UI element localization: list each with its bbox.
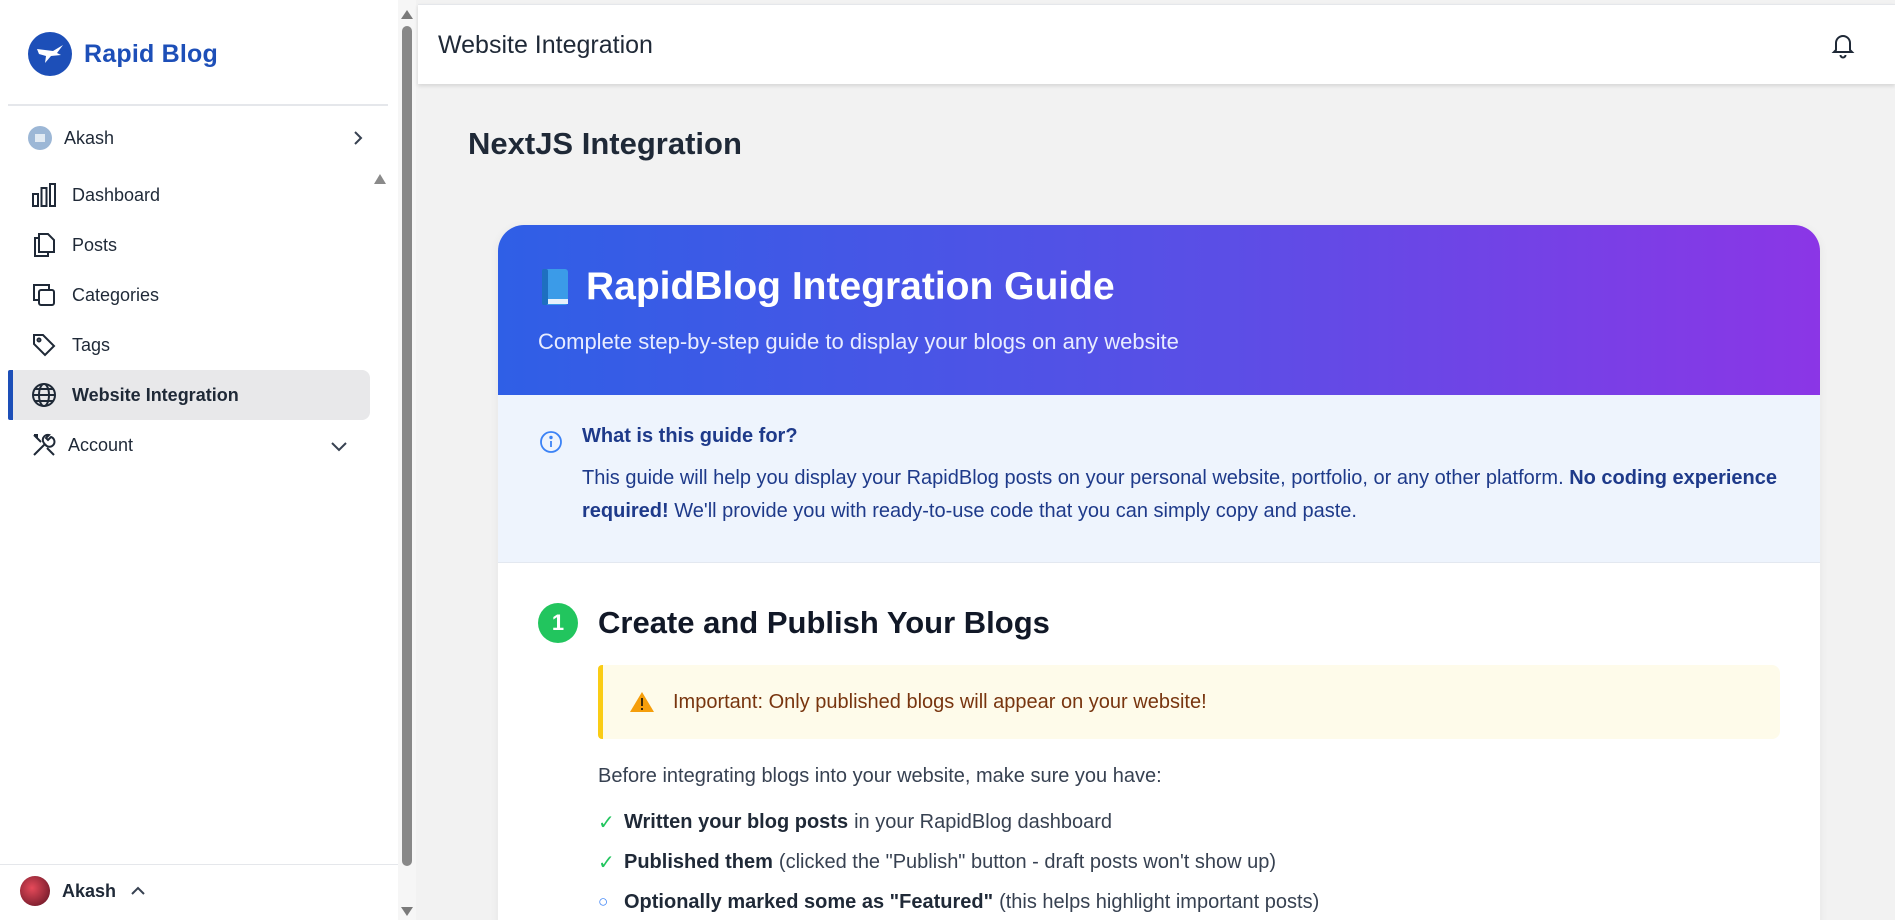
sidebar-item-label: Categories [72, 284, 160, 305]
guide-subtitle: Complete step-by-step guide to display y… [538, 329, 1179, 354]
list-item-text: (this helps highlight important posts) [999, 890, 1320, 913]
documents-icon [30, 231, 58, 259]
step-title: Create and Publish Your Blogs [598, 605, 1050, 640]
guide-hero: RapidBlog Integration Guide Complete ste… [498, 225, 1820, 395]
divider [8, 104, 388, 106]
nav-scroll-up-arrow[interactable] [374, 174, 386, 184]
checklist: ✓ Written your blog posts in your RapidBlo… [598, 802, 1780, 920]
step-number-badge: 1 [538, 603, 578, 643]
list-item-bold: Published them [624, 850, 773, 873]
sidebar-item-tags[interactable]: Tags [8, 320, 370, 370]
checkmark-icon: ✓ [598, 811, 615, 834]
step-body: Important: Only published blogs will app… [598, 665, 1780, 920]
list-item-text: (clicked the "Publish" button - draft po… [778, 850, 1277, 873]
sidebar-item-label: Website Integration [72, 384, 239, 405]
list-item-text: in your RapidBlog dashboard [854, 810, 1113, 833]
sidebar: Rapid Blog Akash Dashboard Posts Categor… [0, 0, 398, 920]
list-item-bold: Written your blog posts [624, 810, 849, 833]
sidebar-item-label: Account [68, 434, 134, 455]
org-switcher[interactable]: Akash [28, 124, 368, 152]
sidebar-item-label: Dashboard [72, 184, 161, 205]
warning-icon [630, 692, 654, 712]
sidebar-item-label: Posts [72, 234, 118, 255]
warning-callout: Important: Only published blogs will app… [598, 665, 1780, 739]
avatar [20, 876, 50, 906]
user-name: Akash [62, 880, 117, 901]
scrollbar-thumb[interactable] [402, 26, 412, 866]
sidebar-item-categories[interactable]: Categories [8, 270, 370, 320]
org-avatar [28, 126, 52, 150]
sidebar-item-posts[interactable]: Posts [8, 220, 370, 270]
tools-icon [30, 431, 58, 459]
tag-icon [30, 331, 58, 359]
list-item: ✓ Published them (clicked the "Publish" bu… [598, 842, 1780, 882]
warning-text: Important: Only published blogs will app… [673, 690, 1207, 713]
brand-logo[interactable]: Rapid Blog [28, 32, 218, 76]
globe-icon [30, 381, 58, 409]
step-header: 1 Create and Publish Your Blogs [538, 603, 1780, 643]
sidebar-item-dashboard[interactable]: Dashboard [8, 170, 370, 220]
brand-name: Rapid Blog [84, 39, 218, 68]
integration-guide-card: RapidBlog Integration Guide Complete ste… [498, 225, 1820, 920]
user-menu[interactable]: Akash [20, 876, 148, 906]
info-title: What is this guide for? [582, 425, 798, 447]
step-intro: Before integrating blogs into your websi… [598, 765, 1162, 787]
bar-chart-icon [30, 181, 58, 209]
list-item: ○ Optionally marked some as "Featured" (th… [598, 882, 1780, 920]
chevron-down-icon [331, 442, 347, 452]
chevron-right-icon [354, 131, 363, 145]
info-text-part: We'll provide you with ready-to-use code… [668, 500, 1357, 522]
circle-icon: ○ [598, 892, 609, 911]
guide-title-row: RapidBlog Integration Guide [538, 265, 1780, 309]
list-item: ✓ Written your blog posts in your RapidBlo… [598, 802, 1780, 842]
bird-logo-icon [28, 32, 72, 76]
info-icon [540, 431, 562, 453]
sidebar-item-website-integration[interactable]: Website Integration [8, 370, 370, 420]
page-title: NextJS Integration [468, 126, 742, 161]
scroll-down-arrow[interactable] [401, 907, 413, 916]
chevron-up-icon [131, 886, 145, 895]
header-title: Website Integration [438, 31, 653, 59]
info-text-part: This guide will help you display your Ra… [582, 467, 1570, 489]
info-text: This guide will help you display your Ra… [582, 462, 1780, 528]
scroll-up-arrow[interactable] [401, 10, 413, 19]
checkmark-icon: ✓ [598, 851, 615, 874]
stacked-squares-icon [30, 281, 58, 309]
org-name: Akash [64, 127, 115, 148]
divider [0, 864, 398, 865]
sidebar-item-label: Tags [72, 334, 111, 355]
book-icon [542, 269, 568, 305]
sidebar-item-account[interactable]: Account [8, 420, 370, 470]
sidebar-nav: Dashboard Posts Categories Tags Website … [8, 170, 370, 470]
step-1: 1 Create and Publish Your Blogs Importan… [498, 563, 1820, 920]
info-body: What is this guide for? This guide will … [582, 425, 1780, 562]
top-header: Website Integration [418, 4, 1895, 84]
bell-icon[interactable] [1829, 31, 1857, 59]
guide-info-box: What is this guide for? This guide will … [498, 395, 1820, 563]
main-scrollbar[interactable] [398, 0, 416, 920]
guide-title: RapidBlog Integration Guide [586, 265, 1115, 308]
list-item-bold: Optionally marked some as "Featured" [624, 890, 994, 913]
